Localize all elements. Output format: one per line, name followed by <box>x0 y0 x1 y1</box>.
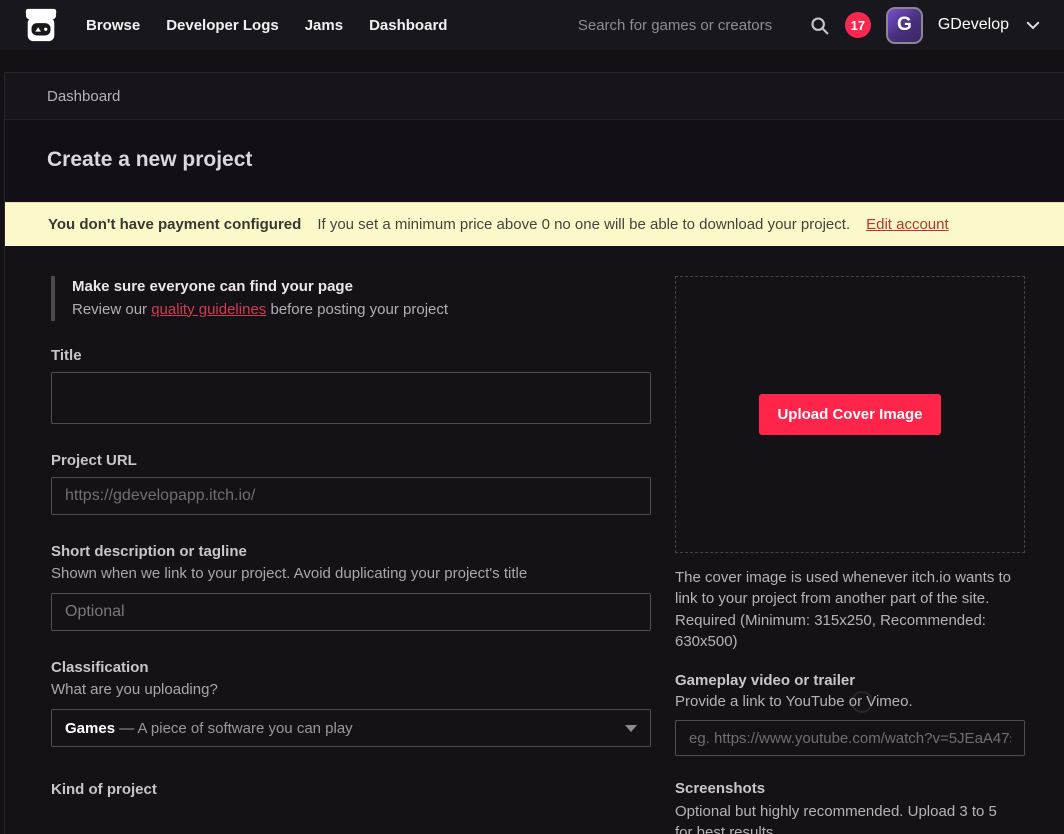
upload-cover-image-button[interactable]: Upload Cover Image <box>759 394 940 435</box>
title-label: Title <box>51 347 651 364</box>
search-icon[interactable] <box>809 15 830 36</box>
quality-note-prefix: Review our <box>72 301 151 318</box>
page-title: Create a new project <box>47 148 1022 172</box>
avatar[interactable]: G <box>886 7 923 44</box>
classification-select[interactable]: Games — A piece of software you can play <box>51 709 651 747</box>
gameplay-video-help: Provide a link to YouTube or Vimeo. <box>675 693 1025 710</box>
nav-item-jams[interactable]: Jams <box>305 17 343 34</box>
cover-image-help: The cover image is used whenever itch.io… <box>675 567 1025 652</box>
nav-item-browse[interactable]: Browse <box>86 17 140 34</box>
edit-account-link[interactable]: Edit account <box>866 216 949 233</box>
nav-right-cluster: 17 G GDevelop <box>578 7 1042 44</box>
quality-guidelines-link[interactable]: quality guidelines <box>151 301 266 318</box>
banner-message: If you set a minimum price above 0 no on… <box>317 216 850 233</box>
classification-value-description: — A piece of software you can play <box>119 720 352 737</box>
screenshots-help: Optional but highly recommended. Upload … <box>675 801 1015 834</box>
nav-item-dashboard[interactable]: Dashboard <box>369 17 447 34</box>
cover-image-dropzone[interactable]: Upload Cover Image <box>675 276 1025 553</box>
notification-badge[interactable]: 17 <box>845 12 871 38</box>
kind-of-project-label: Kind of project <box>51 781 651 798</box>
classification-label: Classification <box>51 659 651 676</box>
main-container: Dashboard Create a new project You don't… <box>4 72 1064 834</box>
username-label[interactable]: GDevelop <box>938 16 1009 34</box>
payment-warning-banner: You don't have payment configured If you… <box>5 202 1064 246</box>
screenshots-label: Screenshots <box>675 780 1025 797</box>
breadcrumb-bar: Dashboard <box>5 73 1064 120</box>
search-input[interactable] <box>578 17 794 34</box>
classification-value: Games <box>65 720 115 737</box>
quality-guidelines-note: Make sure everyone can find your page Re… <box>51 276 651 321</box>
itchio-logo-icon[interactable] <box>22 6 60 44</box>
project-url-label: Project URL <box>51 452 651 469</box>
gameplay-video-label: Gameplay video or trailer <box>675 672 1025 689</box>
dropdown-arrow-icon <box>625 725 637 732</box>
project-url-input[interactable] <box>51 477 651 515</box>
gameplay-video-input[interactable] <box>675 720 1025 756</box>
short-description-help: Shown when we link to your project. Avoi… <box>51 563 651 584</box>
classification-help: What are you uploading? <box>51 679 651 700</box>
quality-note-heading: Make sure everyone can find your page <box>72 276 651 299</box>
breadcrumb[interactable]: Dashboard <box>47 88 120 105</box>
quality-note-line: Review our quality guidelines before pos… <box>72 299 651 322</box>
title-section: Create a new project <box>5 120 1064 202</box>
chevron-down-icon[interactable] <box>1024 16 1042 34</box>
banner-bold-text: You don't have payment configured <box>48 216 301 233</box>
form-right-column: Upload Cover Image The cover image is us… <box>675 276 1025 834</box>
project-form: Make sure everyone can find your page Re… <box>5 246 1064 834</box>
short-description-input[interactable] <box>51 593 651 631</box>
form-left-column: Make sure everyone can find your page Re… <box>51 276 651 834</box>
short-description-label: Short description or tagline <box>51 543 651 560</box>
quality-note-suffix: before posting your project <box>266 301 448 318</box>
top-nav: Browse Developer Logs Jams Dashboard 17 … <box>0 0 1064 50</box>
title-input[interactable] <box>51 372 651 424</box>
nav-item-developer-logs[interactable]: Developer Logs <box>166 17 279 34</box>
